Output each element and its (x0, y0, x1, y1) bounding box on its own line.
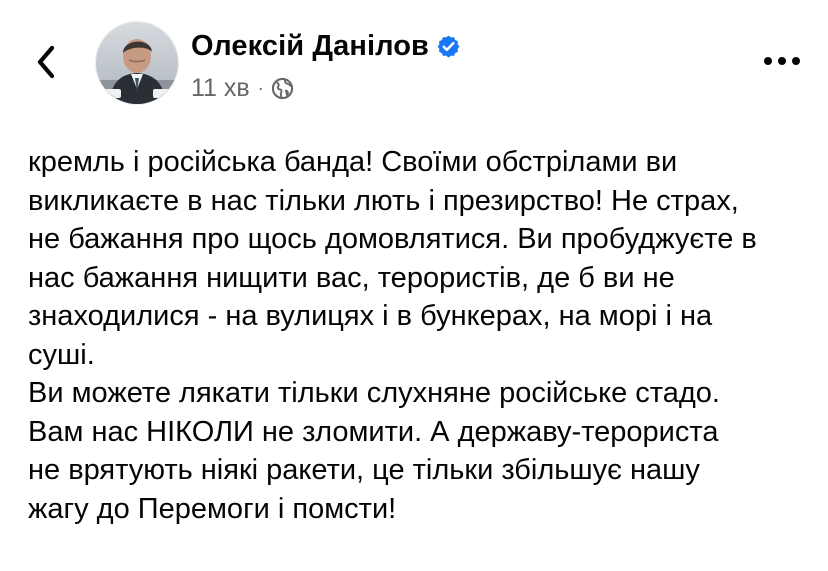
post-header: Олексій Данілов 11 хв · (0, 0, 828, 120)
post-text-line: викликаєте в нас тільки лють і презирств… (28, 184, 739, 217)
post-text-line: суші. (28, 338, 95, 371)
chevron-left-icon (37, 45, 55, 79)
post-text-line: знаходилися - на вулицях і в бункерах, н… (28, 300, 713, 332)
post-text: кремль і російська банда! Своїми обстріл… (28, 143, 818, 528)
post-text-line: кремль і російська банда! Своїми обстріл… (28, 146, 678, 178)
post-time[interactable]: 11 хв (191, 74, 250, 103)
more-horizontal-icon (764, 57, 800, 65)
back-button[interactable] (28, 42, 64, 82)
post-text-line: нас бажання нищити вас, терористів, де б… (28, 261, 675, 294)
post-text-line: не врятують ніякі ракети, це тільки збіл… (28, 454, 700, 486)
meta-separator: · (257, 78, 264, 98)
author-avatar[interactable] (96, 22, 178, 104)
post-text-line: Ви можете лякати тільки слухняне російсь… (28, 377, 720, 409)
post-text-line: не бажання про щось домовлятися. Ви проб… (28, 223, 757, 255)
post-text-line: жагу до Перемоги і помсти! (28, 492, 397, 525)
author-line: Олексій Данілов (191, 30, 461, 63)
globe-icon (271, 77, 294, 100)
verified-badge-icon (436, 34, 461, 59)
more-options-button[interactable] (760, 48, 804, 74)
avatar-photo (96, 22, 178, 104)
post-meta: 11 хв · (191, 74, 294, 103)
post-text-line: Вам нас НІКОЛИ не зломити. А державу-тер… (28, 415, 719, 448)
author-name[interactable]: Олексій Данілов (191, 30, 429, 63)
